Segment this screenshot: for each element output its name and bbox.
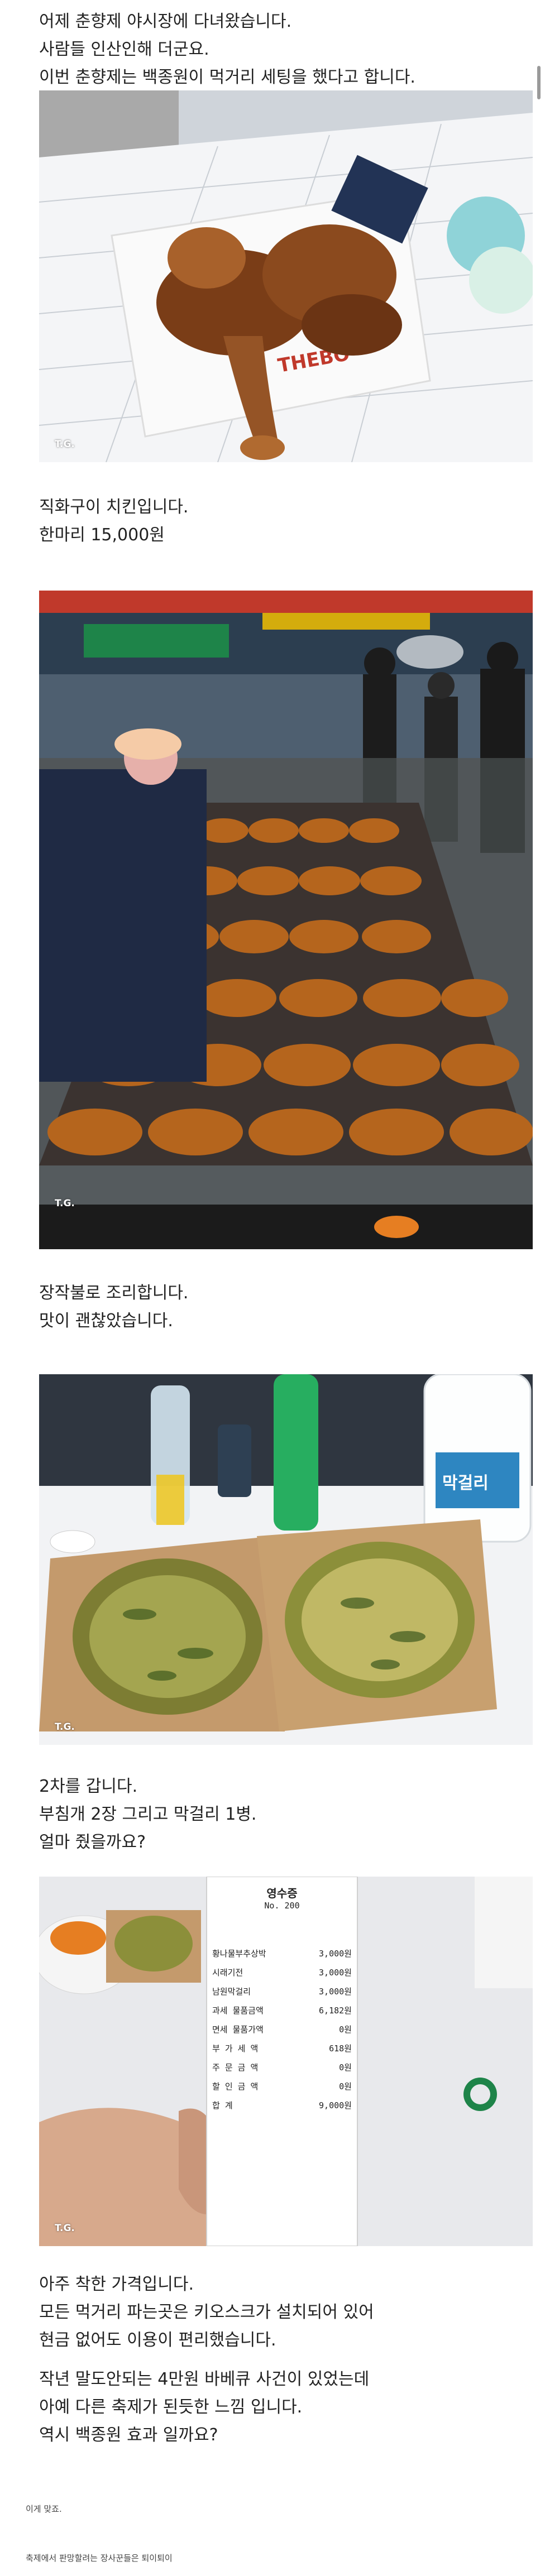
receipt-row-label: 시래기전 (212, 1968, 243, 1978)
grill-photo: T.G. (39, 591, 533, 1249)
section1-text: 직화구이 치킨입니다. 한마리 15,000원 (39, 493, 188, 549)
receipt-row-value: 6,182원 (319, 2006, 352, 2016)
section4-line-7: 역시 백종원 효과 일까요? (39, 2425, 218, 2445)
receipt-row: 주 문 금 액 0원 (212, 2058, 352, 2077)
receipt-table-no: No. 200 (264, 1901, 300, 1911)
photo-watermark: T.G. (55, 1198, 75, 1209)
note-line: 이게 맞죠. (26, 2504, 62, 2514)
section4-line-2: 모든 먹거리 파는곳은 키오스크가 설치되어 있어 (39, 2302, 374, 2322)
photo-watermark: T.G. (55, 439, 75, 450)
receipt-rows: 황나물부추상박 3,000원 시래기전 3,000원 남원막걸리 3,000원 과세 물품금… (212, 1944, 352, 2115)
section1-line-1: 직화구이 치킨입니다. (39, 497, 189, 517)
receipt-row-label: 할 인 금 액 (212, 2081, 259, 2091)
receipt-row-value: 3,000원 (319, 1968, 352, 1978)
intro-text: 어제 춘향제 야시장에 다녀왔습니다. 사람들 인산인해 더군요. 이번 춘향제… (39, 8, 415, 92)
receipt-row-value: 618원 (329, 2043, 352, 2054)
receipt-row-value: 0원 (339, 2081, 352, 2091)
pancake-photo: 막걸리 T.G. (39, 1374, 533, 1745)
footer-line: 축제에서 판망할려는 장사꾼들은 퇴이퇴이 (26, 2553, 173, 2563)
receipt-row-label: 주 문 금 액 (212, 2062, 259, 2073)
section3-text: 2차를 갑니다. 부침개 2장 그리고 막걸리 1병. 얼마 줬을까요? (39, 1773, 256, 1857)
section4-text: 아주 착한 가격입니다. 모든 먹거리 파는곳은 키오스크가 설치되어 있어 현… (39, 2271, 374, 2449)
receipt-row: 남원막걸리 3,000원 (212, 1982, 352, 2001)
receipt-row-label: 부 가 세 액 (212, 2043, 259, 2054)
receipt-row-label: 남원막걸리 (212, 1987, 251, 1997)
receipt-row-value: 0원 (339, 2025, 352, 2035)
receipt-row: 면세 물품가액 0원 (212, 2020, 352, 2039)
intro-line-1: 어제 춘향제 야시장에 다녀왔습니다. (39, 12, 292, 31)
receipt-row: 합 계 9,000원 (212, 2096, 352, 2115)
intro-line-3: 이번 춘향제는 백종원이 먹거리 세팅을 했다고 합니다. (39, 68, 415, 87)
section3-line-3: 얼마 줬을까요? (39, 1833, 146, 1852)
section2-text: 장작불로 조리합니다. 맛이 괜찮았습니다. (39, 1279, 188, 1335)
section3-line-2: 부침개 2장 그리고 막걸리 1병. (39, 1805, 257, 1824)
receipt-row: 부 가 세 액 618원 (212, 2039, 352, 2058)
section3-line-1: 2차를 갑니다. (39, 1777, 138, 1796)
receipt-row-label: 황나물부추상박 (212, 1949, 266, 1959)
receipt-row-label: 면세 물품가액 (212, 2025, 264, 2035)
bottle-label-text: 막걸리 (442, 1474, 489, 1493)
photo-watermark: T.G. (55, 2223, 75, 2234)
section4-line-5: 작년 말도안되는 4만원 바베큐 사건이 있었는데 (39, 2369, 370, 2389)
receipt-row: 시래기전 3,000원 (212, 1963, 352, 1982)
chicken-plate-illustration: THEBO (39, 90, 533, 462)
pancake-illustration: 막걸리 (39, 1374, 533, 1745)
section4-line-4 (39, 2354, 374, 2366)
receipt-row-value: 3,000원 (319, 1987, 352, 1997)
receipt-row-value: 0원 (339, 2062, 352, 2073)
receipt-row: 할 인 금 액 0원 (212, 2077, 352, 2096)
receipt-row-label: 과세 물품금액 (212, 2006, 264, 2016)
receipt-row: 과세 물품금액 6,182원 (212, 2001, 352, 2020)
section4-line-3: 현금 없어도 이용이 편리했습니다. (39, 2330, 276, 2350)
scrollbar-thumb[interactable] (537, 66, 541, 99)
receipt-row-label: 합 계 (212, 2100, 233, 2110)
receipt-title: 영수증 (266, 1887, 298, 1900)
receipt-row-value: 9,000원 (319, 2100, 352, 2110)
section2-line-2: 맛이 괜찮았습니다. (39, 1311, 173, 1331)
receipt-row-value: 3,000원 (319, 1949, 352, 1959)
receipt: 영수증 No. 200 황나물부추상박 3,000원 시래기전 3,000원 남원막걸리… (212, 1884, 352, 2115)
section4-line-1: 아주 착한 가격입니다. (39, 2275, 194, 2294)
section2-line-1: 장작불로 조리합니다. (39, 1283, 189, 1303)
intro-line-2: 사람들 인산인해 더군요. (39, 40, 209, 59)
receipt-row: 황나물부추상박 3,000원 (212, 1944, 352, 1963)
receipt-photo: 영수증 No. 200 황나물부추상박 3,000원 시래기전 3,000원 남원막걸리… (39, 1877, 533, 2246)
section4-line-6: 아예 다른 축제가 된듯한 느낌 입니다. (39, 2397, 303, 2417)
grill-illustration (39, 591, 533, 1249)
chicken-plate-photo: THEBO T.G. (39, 90, 533, 462)
section1-line-2: 한마리 15,000원 (39, 525, 165, 545)
photo-watermark: T.G. (55, 1721, 75, 1733)
